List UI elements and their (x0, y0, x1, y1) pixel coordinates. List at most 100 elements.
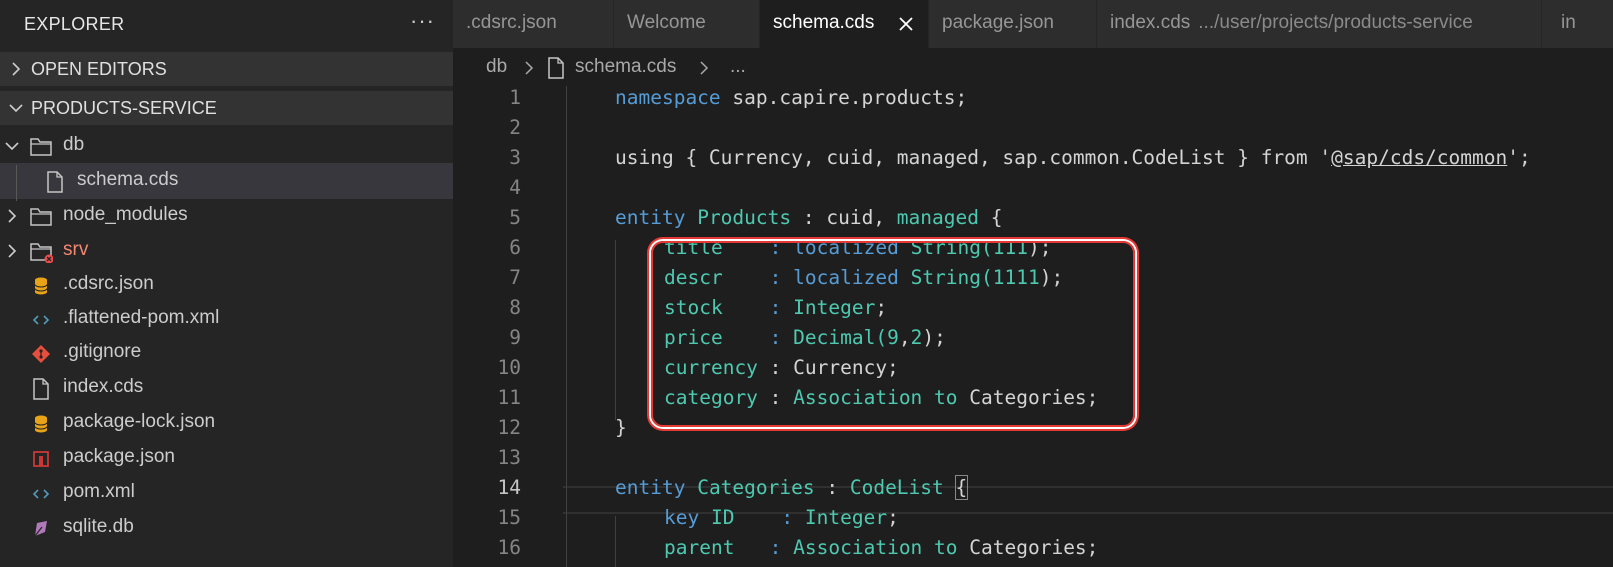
tree-item-label: .cdsrc.json (63, 273, 154, 294)
more-actions-icon[interactable]: ··· (410, 8, 435, 34)
code-line: namespace sap.capire.products; (615, 86, 968, 109)
annotation-highlight-box (651, 241, 1135, 427)
tree-item-gitignore[interactable]: .gitignore (0, 335, 453, 371)
code-line: } (615, 416, 627, 439)
tree-item-label: db (63, 134, 85, 155)
close-icon[interactable] (896, 14, 916, 34)
tree-item-label: node_modules (63, 204, 188, 225)
tree-item-label: package.json (63, 446, 175, 467)
tab-label: index.cds .../user/projects/products-serv… (1110, 12, 1473, 33)
folder-icon (30, 138, 52, 156)
indent-guide (615, 240, 616, 420)
breadcrumb-file[interactable]: schema.cds (575, 56, 676, 78)
tree-item-label: package-lock.json (63, 411, 216, 432)
code-line: key ID : Integer; (664, 506, 899, 529)
line-number: 9 (509, 326, 521, 349)
tree-item-pom-xml[interactable]: pom.xml (0, 475, 453, 511)
tree-item-label: pom.xml (63, 481, 135, 502)
chevron-right-icon (8, 244, 17, 258)
chevron-down-icon (9, 104, 23, 113)
line-number: 10 (497, 356, 521, 379)
line-number: 16 (497, 536, 521, 559)
tab-index-cds[interactable]: index.cds .../user/projects/products-serv… (1097, 0, 1542, 48)
tab-label: in (1561, 12, 1576, 33)
explorer-sidebar: EXPLORER ··· OPEN EDITORS PRODUCTS-SERVI… (0, 0, 453, 567)
chevron-right-icon (700, 61, 709, 75)
line-number: 11 (497, 386, 521, 409)
tree-item-label: .gitignore (63, 341, 142, 362)
import-link[interactable]: @sap/cds/common (1331, 146, 1507, 169)
tab-cdsrc-json[interactable]: .cdsrc.json (453, 0, 614, 48)
tree-item-package-lock[interactable]: package-lock.json (0, 405, 453, 441)
tree-item-package-json[interactable]: package.json (0, 440, 453, 476)
tab-welcome[interactable]: Welcome (614, 0, 760, 48)
editor-tabs: .cdsrc.json Welcome schema.cds package.j… (453, 0, 1613, 48)
tab-package-json[interactable]: package.json (929, 0, 1097, 48)
chevron-right-icon (8, 209, 17, 223)
code-editor[interactable]: 1 2 3 4 5 6 7 8 9 10 11 12 13 14 15 16 n… (453, 86, 1613, 567)
section-open-editors[interactable]: OPEN EDITORS (0, 52, 453, 86)
tree-item-label: srv (63, 239, 89, 260)
chevron-right-icon (525, 61, 534, 75)
chevron-right-icon (12, 62, 21, 76)
tree-item-srv[interactable]: srv (0, 233, 453, 269)
tree-item-label: .flattened-pom.xml (63, 307, 220, 328)
section-label: OPEN EDITORS (31, 59, 167, 79)
code-brackets-icon (32, 315, 50, 325)
feather-icon (34, 521, 47, 537)
line-number: 5 (509, 206, 521, 229)
chevron-down-icon (5, 142, 19, 151)
file-icon (548, 57, 564, 79)
code-line: entity Products : cuid, managed { (615, 206, 1003, 229)
tree-item-label: index.cds (63, 376, 144, 397)
indent-guide (566, 86, 567, 567)
tab-label: .cdsrc.json (466, 12, 557, 33)
git-icon (32, 345, 50, 363)
file-icon (47, 171, 63, 193)
tree-item-flattened-pom[interactable]: .flattened-pom.xml (0, 301, 453, 337)
tree-item-cdsrc-json[interactable]: .cdsrc.json (0, 267, 453, 303)
line-number: 6 (509, 236, 521, 259)
database-icon (34, 277, 48, 295)
tree-item-sqlite-db[interactable]: sqlite.db (0, 510, 453, 546)
breadcrumb-folder[interactable]: db (486, 56, 507, 78)
database-icon (34, 415, 48, 433)
tree-item-schema-cds[interactable]: schema.cds (0, 163, 453, 199)
code-brackets-icon (32, 489, 50, 499)
line-number: 7 (509, 266, 521, 289)
folder-icon (30, 208, 52, 226)
line-number: 2 (509, 116, 521, 139)
tab-description: .../user/projects/products-service (1198, 12, 1473, 33)
tree-item-node-modules[interactable]: node_modules (0, 198, 453, 234)
line-number: 3 (509, 146, 521, 169)
line-number: 13 (497, 446, 521, 469)
breadcrumb: db schema.cds ... (453, 48, 1613, 88)
line-number: 1 (509, 86, 521, 109)
explorer-title: EXPLORER (24, 14, 125, 34)
code-line: parent : Association to Categories; (664, 536, 1099, 559)
indent-guide (16, 165, 17, 201)
code-line-current: entity Categories : CodeList { (615, 475, 969, 500)
npm-icon (33, 451, 49, 467)
folder-error-icon (30, 243, 53, 263)
tab-label: Welcome (627, 12, 706, 33)
breadcrumb-more[interactable]: ... (730, 56, 746, 78)
tree-item-index-cds[interactable]: index.cds (0, 370, 453, 406)
file-icon (33, 378, 49, 400)
line-number: 12 (497, 416, 521, 439)
tree-item-db[interactable]: db (0, 128, 453, 164)
line-number: 15 (497, 506, 521, 529)
section-label: PRODUCTS-SERVICE (31, 98, 217, 118)
code-line: using { Currency, cuid, managed, sap.com… (615, 146, 1531, 169)
line-number-current: 14 (497, 476, 521, 499)
tree-item-label: schema.cds (77, 169, 179, 190)
indent-guide (615, 516, 616, 567)
explorer-header: EXPLORER ··· (0, 0, 453, 48)
section-products-service[interactable]: PRODUCTS-SERVICE (0, 91, 453, 125)
tree-item-label: sqlite.db (63, 516, 134, 537)
tab-partial[interactable]: in (1542, 0, 1613, 48)
tab-schema-cds[interactable]: schema.cds (760, 0, 929, 48)
line-number: 4 (509, 176, 521, 199)
tab-label: schema.cds (773, 12, 875, 33)
tab-label: package.json (942, 12, 1054, 33)
